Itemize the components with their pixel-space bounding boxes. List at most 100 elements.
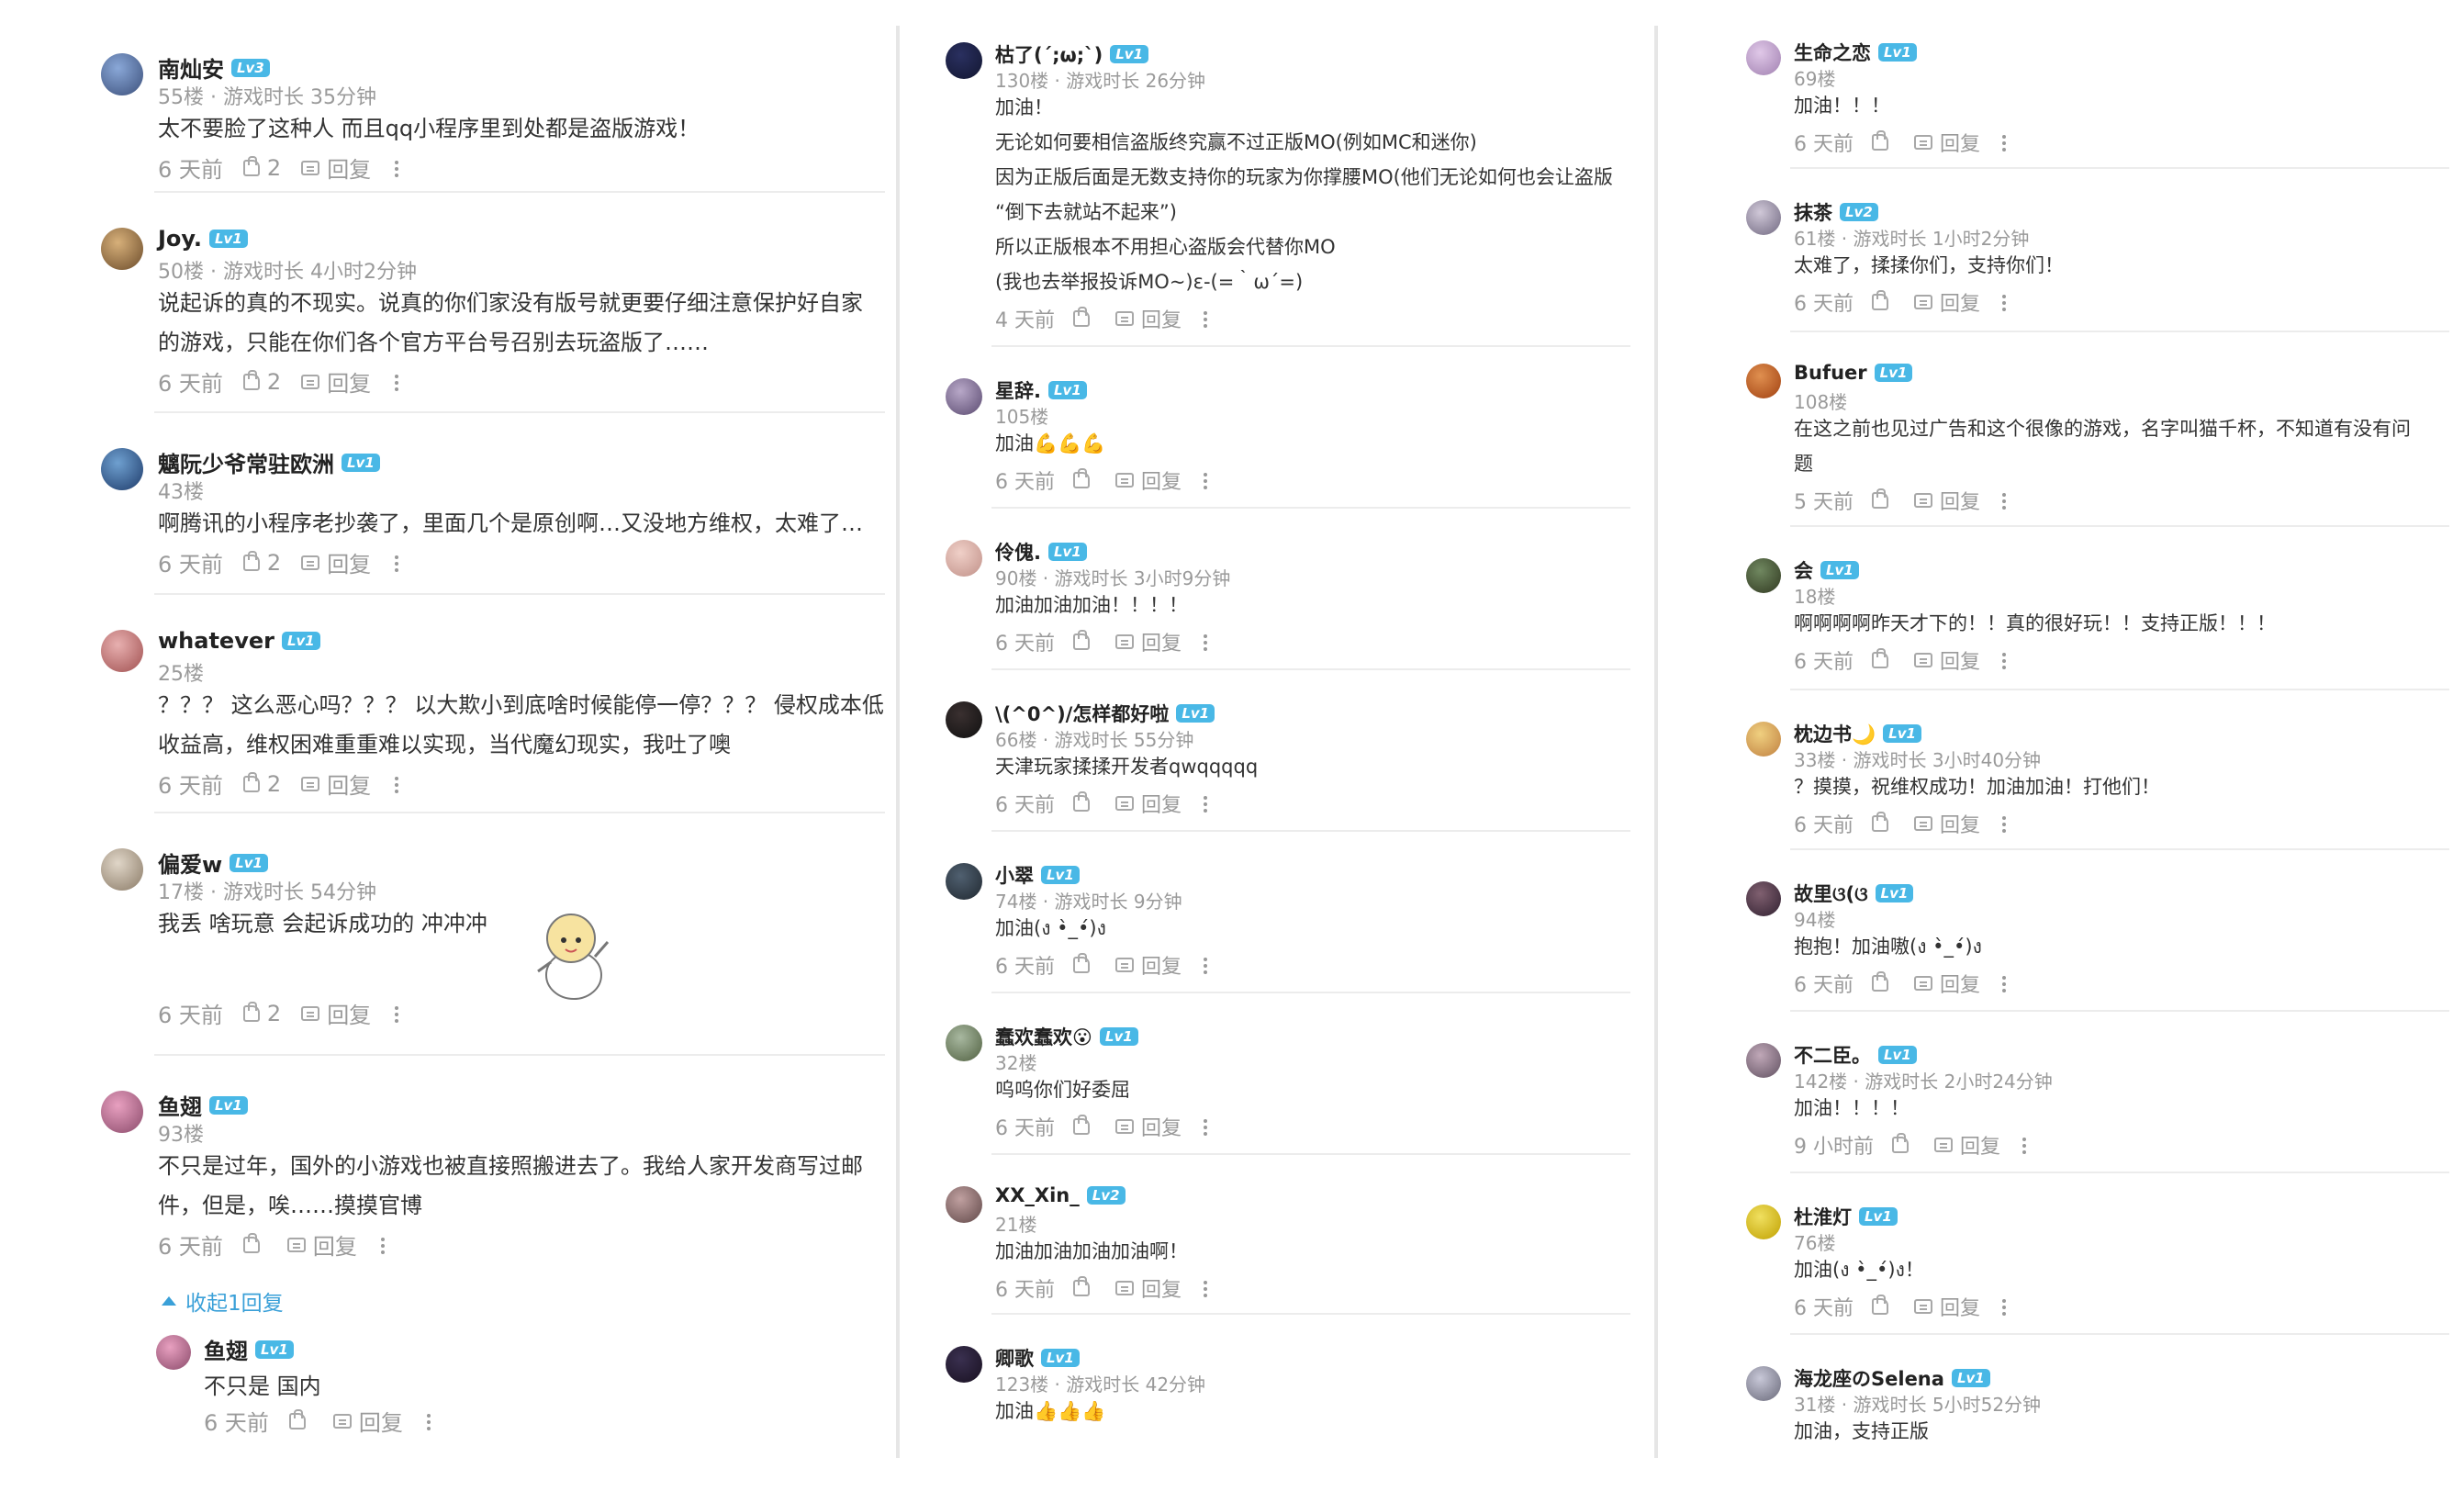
avatar[interactable] — [1746, 364, 1781, 398]
reply-button[interactable]: 回复 — [301, 546, 371, 578]
avatar[interactable] — [946, 42, 982, 79]
avatar[interactable] — [1746, 40, 1781, 75]
avatar[interactable] — [946, 863, 982, 900]
more-options-button[interactable] — [1204, 633, 1208, 650]
avatar[interactable] — [1746, 1366, 1781, 1401]
username[interactable]: 海龙座のSelena Lv1 — [1794, 1364, 1990, 1392]
like-button[interactable] — [1872, 812, 1896, 832]
username[interactable]: 生命之恋 Lv1 — [1794, 39, 1917, 66]
username[interactable]: 伶傀. Lv1 — [995, 538, 1087, 566]
reply-button[interactable]: 回复 — [1115, 627, 1182, 656]
avatar[interactable] — [101, 228, 143, 270]
username[interactable]: whatever Lv1 — [158, 628, 320, 654]
like-button[interactable] — [288, 1408, 313, 1429]
username[interactable]: 会 Lv1 — [1794, 556, 1859, 584]
more-options-button[interactable] — [395, 1005, 399, 1022]
username[interactable]: 鱼翅 Lv1 — [158, 1089, 248, 1121]
like-button[interactable] — [1073, 1115, 1097, 1135]
avatar[interactable] — [1746, 1043, 1781, 1078]
avatar[interactable] — [946, 701, 982, 738]
avatar[interactable] — [1746, 722, 1781, 757]
reply-button[interactable]: 回复 — [301, 365, 371, 398]
avatar[interactable] — [946, 1346, 982, 1383]
username[interactable]: 魑阮少爷常驻欧洲 Lv1 — [158, 446, 380, 478]
avatar[interactable] — [946, 540, 982, 577]
username[interactable]: 鱼翅 Lv1 — [204, 1333, 294, 1365]
like-button[interactable] — [1073, 791, 1097, 812]
username[interactable]: 蠢欢蠢欢😮 Lv1 — [995, 1023, 1138, 1050]
avatar[interactable] — [1746, 1205, 1781, 1239]
more-options-button[interactable] — [1204, 310, 1208, 327]
more-options-button[interactable] — [426, 1413, 431, 1429]
username[interactable]: 偏爱w Lv1 — [158, 846, 268, 879]
collapse-replies-button[interactable]: 收起1回复 — [162, 1285, 284, 1317]
avatar[interactable] — [101, 448, 143, 490]
avatar[interactable] — [1746, 881, 1781, 916]
more-options-button[interactable] — [395, 160, 399, 176]
more-options-button[interactable] — [380, 1237, 385, 1253]
more-options-button[interactable] — [2002, 975, 2007, 992]
reply-button[interactable]: 回复 — [1115, 304, 1182, 333]
more-options-button[interactable] — [2002, 1298, 2007, 1315]
like-button[interactable] — [1073, 307, 1097, 327]
reply-button[interactable]: 回复 — [1115, 1112, 1182, 1141]
reply-button[interactable]: 回复 — [1115, 950, 1182, 980]
reply-button[interactable]: 回复 — [1914, 1292, 1980, 1321]
reply-button[interactable]: 回复 — [301, 768, 371, 800]
more-options-button[interactable] — [2002, 294, 2007, 310]
like-button[interactable]: 2 — [242, 155, 281, 181]
more-options-button[interactable] — [2022, 1137, 2027, 1153]
username[interactable]: 不二臣。 Lv1 — [1794, 1041, 1917, 1069]
avatar[interactable] — [946, 1025, 982, 1061]
username[interactable]: \(^0^)/怎样都好啦 Lv1 — [995, 700, 1215, 727]
avatar[interactable] — [946, 378, 982, 415]
like-button[interactable] — [1872, 1295, 1896, 1315]
avatar[interactable] — [1746, 200, 1781, 235]
username[interactable]: 卿歌 Lv1 — [995, 1344, 1080, 1372]
like-button[interactable] — [242, 1232, 267, 1253]
username[interactable]: Bufuer Lv1 — [1794, 362, 1913, 384]
username[interactable]: 枯了(´;ω;`) Lv1 — [995, 40, 1149, 68]
avatar[interactable] — [1746, 558, 1781, 593]
like-button[interactable]: 2 — [242, 369, 281, 395]
avatar[interactable] — [946, 1186, 982, 1223]
like-button[interactable]: 2 — [242, 550, 281, 576]
reply-button[interactable]: 回复 — [1914, 287, 1980, 317]
more-options-button[interactable] — [395, 776, 399, 792]
reply-button[interactable]: 回复 — [1914, 969, 1980, 998]
like-button[interactable] — [1073, 1276, 1097, 1296]
like-button[interactable] — [1872, 290, 1896, 310]
more-options-button[interactable] — [2002, 652, 2007, 668]
more-options-button[interactable] — [395, 374, 399, 390]
reply-button[interactable]: 回复 — [1934, 1130, 2000, 1160]
more-options-button[interactable] — [2002, 134, 2007, 151]
username[interactable]: 南灿安 Lv3 — [158, 51, 270, 84]
reply-button[interactable]: 回复 — [301, 151, 371, 184]
reply-button[interactable]: 回复 — [1914, 809, 1980, 838]
like-button[interactable] — [1073, 953, 1097, 973]
like-button[interactable] — [1872, 971, 1896, 992]
username[interactable]: XX_Xin_ Lv2 — [995, 1184, 1126, 1206]
username[interactable]: 杜淮灯 Lv1 — [1794, 1203, 1898, 1230]
username[interactable]: 小翠 Lv1 — [995, 861, 1080, 889]
like-button[interactable] — [1892, 1133, 1916, 1153]
like-button[interactable]: 2 — [242, 1001, 281, 1026]
more-options-button[interactable] — [1204, 795, 1208, 812]
more-options-button[interactable] — [1204, 1118, 1208, 1135]
like-button[interactable] — [1073, 468, 1097, 488]
username[interactable]: 故里ଓ(ଓ Lv1 — [1794, 880, 1914, 907]
avatar[interactable] — [101, 630, 143, 672]
more-options-button[interactable] — [2002, 815, 2007, 832]
username[interactable]: 抹茶 Lv2 — [1794, 198, 1878, 226]
more-options-button[interactable] — [1204, 1280, 1208, 1296]
more-options-button[interactable] — [2002, 492, 2007, 509]
like-button[interactable] — [1073, 630, 1097, 650]
avatar[interactable] — [101, 848, 143, 891]
avatar[interactable] — [156, 1335, 191, 1370]
reply-button[interactable]: 回复 — [1914, 645, 1980, 675]
like-button[interactable] — [1872, 130, 1896, 151]
avatar[interactable] — [101, 53, 143, 95]
like-button[interactable]: 2 — [242, 771, 281, 797]
reply-button[interactable]: 回复 — [286, 1228, 357, 1261]
reply-button[interactable]: 回复 — [1115, 465, 1182, 495]
